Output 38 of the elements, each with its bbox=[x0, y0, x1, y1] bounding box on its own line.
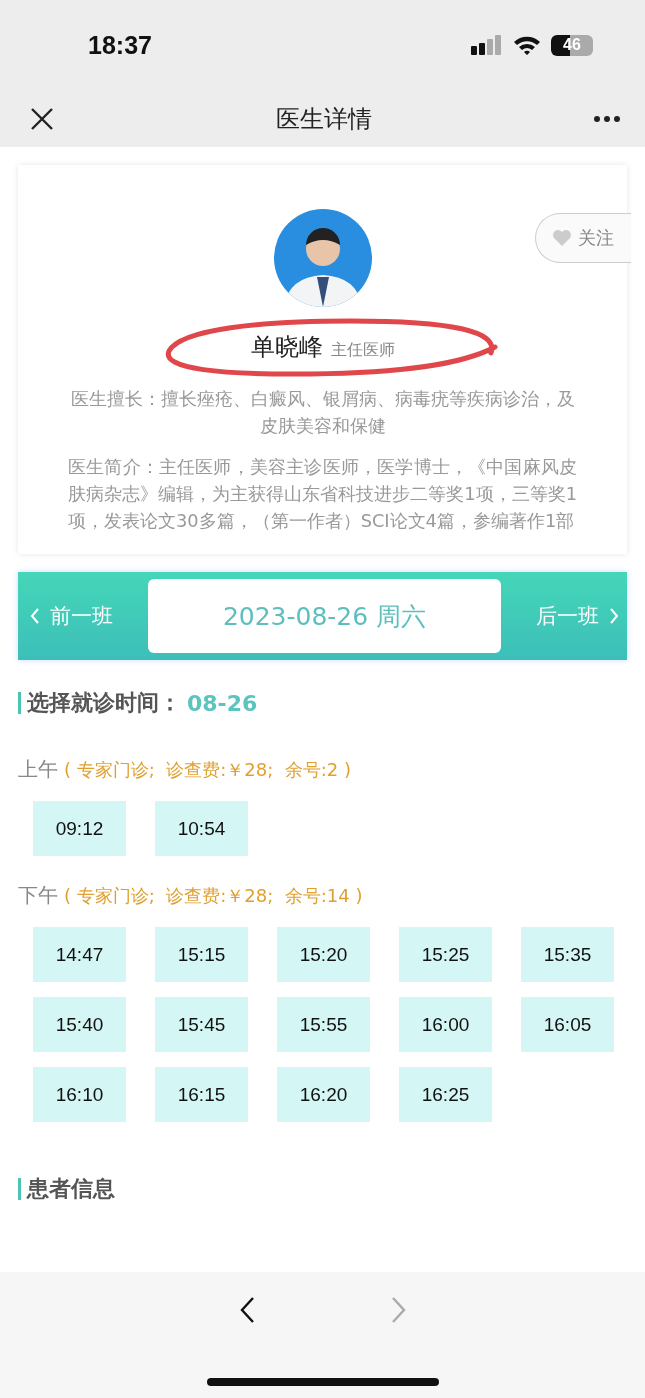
schedule-date: 08-26 bbox=[187, 690, 258, 716]
time-slot[interactable]: 15:55 bbox=[277, 997, 370, 1052]
time-slot[interactable]: 16:05 bbox=[521, 997, 614, 1052]
time-slot[interactable]: 16:10 bbox=[33, 1067, 126, 1122]
time-slot[interactable]: 15:40 bbox=[33, 997, 126, 1052]
close-button[interactable] bbox=[30, 106, 54, 131]
section-heading: 患者信息 bbox=[27, 1175, 115, 1203]
follow-button[interactable]: 关注 bbox=[535, 213, 631, 263]
specialty-text: 医生擅长：擅长痤疮、白癜风、银屑病、病毒疣等疾病诊治，及皮肤美容和保健 bbox=[69, 387, 576, 438]
time-slot[interactable]: 14:47 bbox=[33, 927, 126, 982]
time-slot[interactable]: 16:15 bbox=[155, 1067, 248, 1122]
section-heading: 选择就诊时间： bbox=[27, 689, 181, 717]
time-slot[interactable]: 16:00 bbox=[399, 997, 492, 1052]
intro-text: 医生简介：主任医师，美容主诊医师，医学博士，《中国麻风皮肤病杂志》编辑，为主获得山东省科技进步二等奖1项，三等奖1项，发表论文30多篇，（第一作者）SCI论文4篇，参编著作1部 bbox=[68, 455, 577, 533]
time-slot[interactable]: 09:12 bbox=[33, 801, 126, 856]
chevron-right-icon bbox=[609, 607, 619, 625]
doctor-name: 单晓峰 bbox=[250, 332, 323, 363]
wifi-icon bbox=[513, 34, 541, 56]
time-slot[interactable]: 15:45 bbox=[155, 997, 248, 1052]
chevron-left-icon bbox=[30, 607, 40, 625]
selected-date: 2023-08-26 周六 bbox=[148, 579, 501, 653]
doctor-title: 主任医师 bbox=[330, 340, 395, 361]
time-slot[interactable]: 10:54 bbox=[155, 801, 248, 856]
page-title: 医生详情 bbox=[275, 103, 372, 135]
session-info: ( 专家门诊; 诊查费:￥28; 余号:2 ) bbox=[64, 758, 351, 782]
time-slot[interactable]: 15:25 bbox=[399, 927, 492, 982]
time-slot[interactable]: 15:35 bbox=[521, 927, 614, 982]
session-label: 上午 bbox=[18, 756, 58, 783]
time-slot[interactable]: 15:20 bbox=[277, 927, 370, 982]
status-time: 18:37 bbox=[88, 30, 152, 60]
time-slot[interactable]: 15:15 bbox=[155, 927, 248, 982]
more-button[interactable] bbox=[593, 114, 621, 123]
session-info: ( 专家门诊; 诊查费:￥28; 余号:14 ) bbox=[64, 884, 363, 908]
heart-icon bbox=[552, 229, 572, 247]
time-slot[interactable]: 16:25 bbox=[399, 1067, 492, 1122]
time-slot[interactable]: 16:20 bbox=[277, 1067, 370, 1122]
signal-icon bbox=[471, 34, 503, 56]
session-label: 下午 bbox=[18, 882, 58, 909]
